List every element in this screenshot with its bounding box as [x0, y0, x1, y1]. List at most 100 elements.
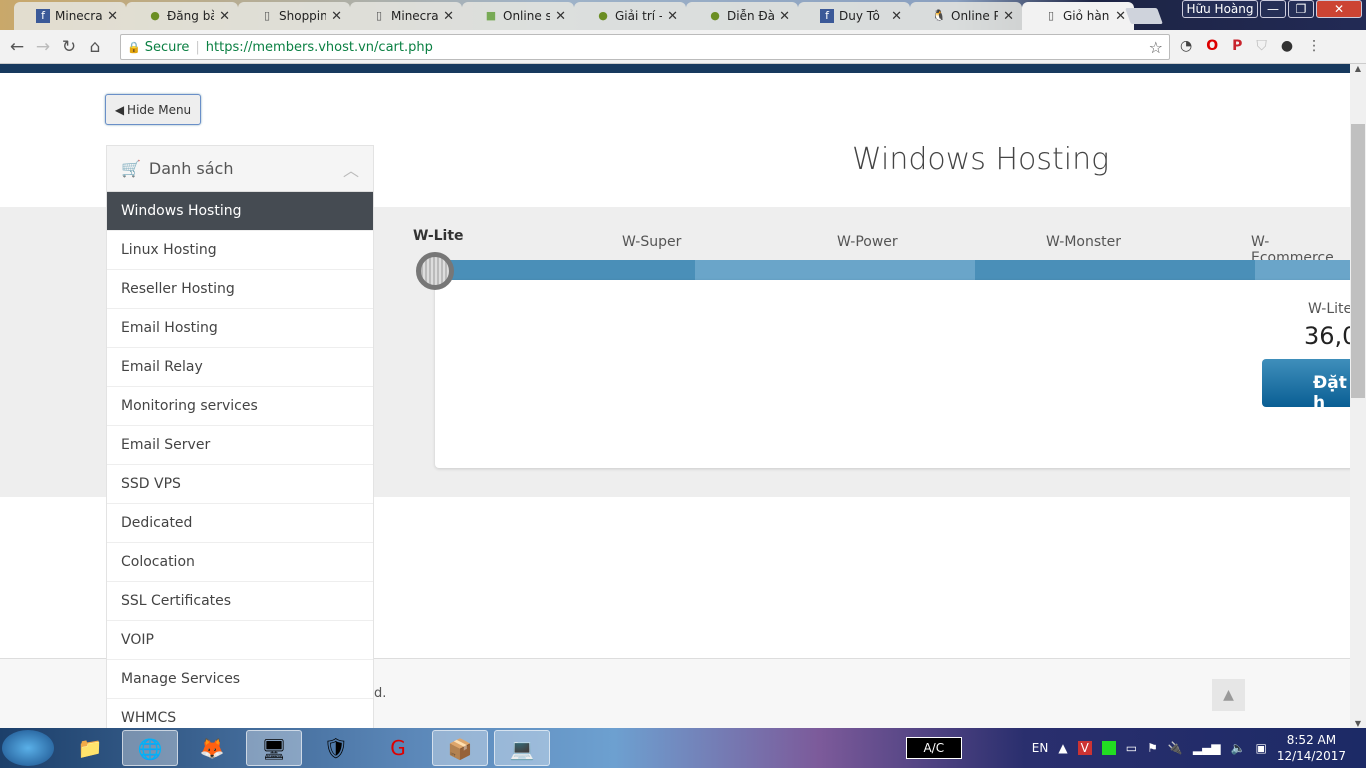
back-button[interactable]: ←: [4, 37, 30, 57]
sidebar-item[interactable]: Email Hosting: [107, 309, 373, 348]
sidebar-item[interactable]: Monitoring services: [107, 387, 373, 426]
scrollbar-thumb[interactable]: [1351, 124, 1365, 398]
bookmark-star-icon[interactable]: ☆: [1149, 38, 1163, 57]
plan-label[interactable]: W-Power: [837, 234, 898, 250]
plan-slider-track[interactable]: [435, 260, 1350, 280]
display-tray-icon[interactable]: ▣: [1255, 741, 1266, 755]
new-tab-button[interactable]: [1125, 8, 1163, 24]
sidebar-item[interactable]: Windows Hosting: [107, 192, 373, 231]
clock[interactable]: 8:52 AM 12/14/2017: [1277, 732, 1346, 764]
page-icon: ▯: [263, 9, 271, 22]
sidebar: 🛒 Danh sách ︿ Windows Hosting Linux Hosti…: [106, 145, 374, 728]
plan-slider-handle[interactable]: [416, 252, 454, 290]
sidebar-item[interactable]: Colocation: [107, 543, 373, 582]
garena-icon[interactable]: G: [370, 730, 426, 766]
browser-tab[interactable]: ●Giải trí - M✕: [574, 2, 686, 30]
taskbar: 📁 🌐 🦊 🖥 🛡 G 📦 💻 A/C EN ▲ V ▭ ⚑ 🔌 ▂▄▆ 🔈 ▣…: [0, 728, 1366, 768]
close-tab-icon[interactable]: ✕: [779, 9, 790, 24]
minecraft-icon: ●: [598, 9, 608, 22]
cart-icon: 🛒: [121, 159, 141, 178]
language-indicator[interactable]: EN: [1032, 741, 1049, 755]
web-page: d. ▲ ◀ Hide Menu Windows Hosting W-Lite W…: [0, 64, 1350, 728]
plan-label[interactable]: W-Monster: [1046, 234, 1121, 250]
close-tab-icon[interactable]: ✕: [891, 9, 902, 24]
reload-button[interactable]: ↻: [56, 37, 82, 57]
order-button[interactable]: Đặt h: [1262, 359, 1350, 413]
profile-button[interactable]: Hữu Hoàng: [1182, 0, 1258, 18]
close-tab-icon[interactable]: ✕: [107, 9, 118, 24]
explorer-icon[interactable]: 📁: [62, 730, 118, 766]
close-tab-icon[interactable]: ✕: [331, 9, 342, 24]
facebook-icon: f: [820, 9, 834, 23]
home-button[interactable]: ⌂: [82, 37, 108, 57]
sidebar-item[interactable]: WHMCS: [107, 699, 373, 728]
site-header-bar: [0, 64, 1350, 73]
browser-tab[interactable]: ●Đăng bài✕: [126, 2, 238, 30]
sidebar-item[interactable]: SSL Certificates: [107, 582, 373, 621]
browser-tab[interactable]: ●Diễn Đàn✕: [686, 2, 798, 30]
signal-icon[interactable]: ▂▄▆: [1193, 741, 1221, 755]
sidebar-item[interactable]: Email Server: [107, 426, 373, 465]
chrome-icon[interactable]: 🌐: [122, 730, 178, 766]
maximize-button[interactable]: ❐: [1288, 0, 1314, 18]
start-button[interactable]: [2, 730, 54, 766]
footer-text: d.: [374, 686, 387, 701]
browser-tab[interactable]: 🐧Online Pi✕: [910, 2, 1022, 30]
hide-menu-button[interactable]: ◀ Hide Menu: [105, 94, 201, 125]
pinterest-extension-icon[interactable]: P: [1232, 38, 1242, 54]
monitor-tray-icon[interactable]: [1101, 741, 1116, 755]
plan-label[interactable]: W-Super: [622, 234, 681, 250]
sidebar-header[interactable]: 🛒 Danh sách ︿: [107, 146, 373, 192]
browser-tab[interactable]: fMinecraft✕: [14, 2, 126, 30]
browser-tab[interactable]: ■Online sta✕: [462, 2, 574, 30]
close-tab-icon[interactable]: ✕: [555, 9, 566, 24]
page-icon: ▯: [375, 9, 383, 22]
incognito-extension-icon[interactable]: ●: [1281, 38, 1293, 54]
url-text: https://members.vhost.vn/cart.php: [205, 39, 433, 55]
lock-icon: 🔒: [127, 40, 141, 54]
close-tab-icon[interactable]: ✕: [443, 9, 454, 24]
browser-tab[interactable]: ▯Minecraft✕: [350, 2, 462, 30]
sidebar-item[interactable]: Reseller Hosting: [107, 270, 373, 309]
browser-tab[interactable]: ▯Shopping✕: [238, 2, 350, 30]
opera-extension-icon[interactable]: O: [1206, 38, 1218, 54]
remote-desktop-icon[interactable]: 💻: [494, 730, 550, 766]
power-plug-icon[interactable]: 🔌: [1168, 741, 1183, 755]
action-center-flag-icon[interactable]: ⚑: [1147, 741, 1158, 755]
volume-icon[interactable]: 🔈: [1231, 741, 1246, 755]
menu-icon[interactable]: ⋮: [1307, 38, 1321, 54]
forward-button[interactable]: →: [30, 37, 56, 57]
vpn-tray-icon[interactable]: V: [1077, 741, 1092, 755]
network-tray-icon[interactable]: ▭: [1126, 741, 1137, 755]
unikey-icon[interactable]: 🛡: [308, 730, 364, 766]
card-plan-name: W-Lite: [1308, 301, 1350, 317]
sidebar-item[interactable]: Email Relay: [107, 348, 373, 387]
browser-tab[interactable]: ▯Giỏ hàng✕: [1022, 2, 1134, 30]
sidebar-item[interactable]: Linux Hosting: [107, 231, 373, 270]
show-hidden-icons[interactable]: ▲: [1058, 741, 1067, 755]
chevron-up-icon[interactable]: ︿: [343, 157, 359, 181]
page-scrollbar[interactable]: ▲ ▼: [1350, 64, 1366, 728]
sidebar-item[interactable]: Manage Services: [107, 660, 373, 699]
close-tab-icon[interactable]: ✕: [667, 9, 678, 24]
secure-label: Secure: [144, 39, 190, 55]
minimize-button[interactable]: —: [1260, 0, 1286, 18]
shield-extension-icon[interactable]: ⛉: [1256, 38, 1267, 54]
battery-indicator[interactable]: A/C: [905, 737, 962, 759]
sidebar-item[interactable]: VOIP: [107, 621, 373, 660]
speed-dial-extension-icon[interactable]: ◔: [1180, 38, 1192, 54]
task-manager-icon[interactable]: 🖥: [246, 730, 302, 766]
firefox-icon[interactable]: 🦊: [184, 730, 240, 766]
browser-tab[interactable]: f Duy Tô ✕: [798, 2, 910, 30]
close-window-button[interactable]: ✕: [1316, 0, 1362, 18]
back-to-top-button[interactable]: ▲: [1212, 679, 1245, 711]
close-tab-icon[interactable]: ✕: [1003, 9, 1014, 24]
sidebar-item[interactable]: Dedicated: [107, 504, 373, 543]
close-tab-icon[interactable]: ✕: [1115, 9, 1126, 24]
plan-label[interactable]: W-Lite: [413, 228, 464, 244]
sidebar-item[interactable]: SSD VPS: [107, 465, 373, 504]
page-title: Windows Hosting: [852, 142, 1110, 177]
minecraft-icon[interactable]: 📦: [432, 730, 488, 766]
address-bar[interactable]: 🔒 Secure | https://members.vhost.vn/cart…: [120, 34, 1170, 60]
close-tab-icon[interactable]: ✕: [219, 9, 230, 24]
